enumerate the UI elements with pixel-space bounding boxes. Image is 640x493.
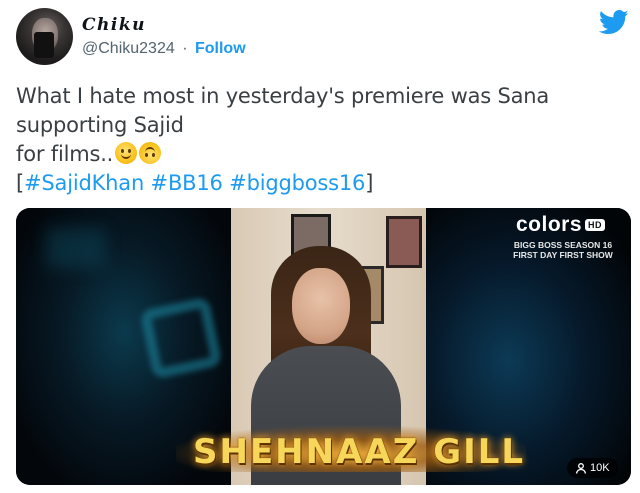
- hashtag-bb16[interactable]: #BB16: [151, 171, 223, 195]
- show-caption: BIGG BOSS SEASON 16 FIRST DAY FIRST SHOW: [513, 240, 613, 260]
- person-face: [292, 268, 350, 344]
- eye-icon: [575, 463, 587, 474]
- view-count: 10K: [590, 462, 610, 474]
- twitter-bird-icon[interactable]: [599, 10, 629, 35]
- hashtag-biggboss16[interactable]: #biggboss16: [229, 171, 365, 195]
- follow-button[interactable]: Follow: [195, 40, 246, 57]
- video-glow: [139, 296, 223, 380]
- avatar[interactable]: [16, 8, 73, 65]
- tweet-line-3: for films..: [16, 140, 616, 169]
- separator-dot: ·: [182, 40, 188, 57]
- tweet-text: What I hate most in yesterday's premiere…: [16, 82, 616, 198]
- handle-row: @Chiku2324 · Follow: [82, 40, 246, 58]
- user-handle[interactable]: @Chiku2324: [82, 40, 175, 57]
- tweet-card: Chiku @Chiku2324 · Follow What I hate mo…: [0, 0, 640, 493]
- hd-badge: HD: [585, 219, 606, 231]
- tweet-line-1: What I hate most in yesterday's premiere…: [16, 84, 550, 108]
- avatar-phone: [34, 32, 54, 58]
- slightly-smiling-face-icon: [115, 142, 138, 164]
- name-banner-text: SHEHNAAZ GILL: [193, 432, 526, 472]
- hashtag-line: [#SajidKhan #BB16 #biggboss16]: [16, 169, 616, 198]
- video-glow-top: [46, 228, 106, 268]
- channel-logo-text: colors: [516, 213, 583, 236]
- upside-down-face-icon: [139, 142, 162, 164]
- wall-frame: [386, 216, 422, 268]
- display-name[interactable]: Chiku: [82, 15, 146, 35]
- tweet-line-3-text: for films..: [16, 142, 114, 166]
- tweet-line-2: supporting Sajid: [16, 113, 184, 137]
- channel-logo: colors HD: [516, 213, 606, 237]
- hashtag-sajidkhan[interactable]: #SajidKhan: [24, 171, 144, 195]
- bracket-open: [: [16, 171, 24, 195]
- bracket-close: ]: [365, 171, 374, 195]
- tweet-video[interactable]: colors HD BIGG BOSS SEASON 16 FIRST DAY F…: [16, 208, 631, 485]
- view-count-badge: 10K: [567, 458, 618, 478]
